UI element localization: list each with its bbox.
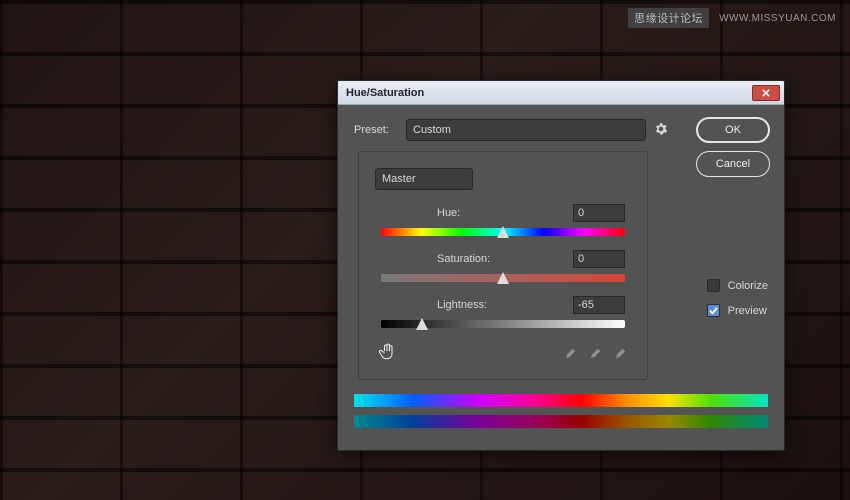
watermark-cn: 思缘设计论坛 [628,8,709,28]
hue-slider-thumb[interactable] [497,226,509,238]
hue-label: Hue: [381,207,460,219]
saturation-slider-thumb[interactable] [497,272,509,284]
eyedropper-subtract-tool[interactable] [614,345,629,363]
lightness-slider-thumb[interactable] [416,318,428,330]
close-button[interactable] [752,85,780,101]
hue-saturation-dialog: Hue/Saturation Preset: Custom Master Hue… [337,80,785,451]
watermark-en: WWW.MISSYUAN.COM [719,13,836,24]
spectrum-output[interactable] [354,415,768,428]
eyedropper-add-tool[interactable] [589,345,604,363]
checkbox-box [707,279,720,292]
color-spectrums [354,394,768,428]
colorize-checkbox[interactable]: Colorize [707,279,768,292]
eyedropper-icon [564,345,579,360]
saturation-slider[interactable] [381,274,625,282]
targeted-adjustment-tool[interactable] [377,342,397,365]
preset-label: Preset: [354,124,398,136]
close-icon [762,89,770,97]
lightness-label: Lightness: [381,299,487,311]
hue-value-input[interactable] [573,204,625,222]
watermark: 思缘设计论坛 WWW.MISSYUAN.COM [628,8,836,28]
lightness-group: Lightness: [375,296,631,328]
saturation-label: Saturation: [381,253,490,265]
checkbox-box [707,304,720,317]
preview-checkbox[interactable]: Preview [707,304,768,317]
dialog-title: Hue/Saturation [346,87,424,99]
eyedropper-tool[interactable] [564,345,579,363]
eyedropper-plus-icon [589,345,604,360]
eyedropper-minus-icon [614,345,629,360]
colorize-label: Colorize [728,280,768,292]
channel-select[interactable]: Master [375,168,473,190]
gear-icon [654,122,668,136]
hue-group: Hue: [375,204,631,236]
titlebar[interactable]: Hue/Saturation [338,81,784,105]
ok-button[interactable]: OK [696,117,770,143]
saturation-group: Saturation: [375,250,631,282]
preview-label: Preview [728,305,767,317]
lightness-slider[interactable] [381,320,625,328]
preset-select[interactable]: Custom [406,119,646,141]
spectrum-input[interactable] [354,394,768,407]
lightness-value-input[interactable] [573,296,625,314]
hue-slider[interactable] [381,228,625,236]
check-icon [709,306,718,315]
cancel-button[interactable]: Cancel [696,151,770,177]
saturation-value-input[interactable] [573,250,625,268]
adjustment-panel: Master Hue: Saturation: [358,151,648,380]
hand-icon [377,342,397,362]
preset-menu-button[interactable] [654,122,668,139]
